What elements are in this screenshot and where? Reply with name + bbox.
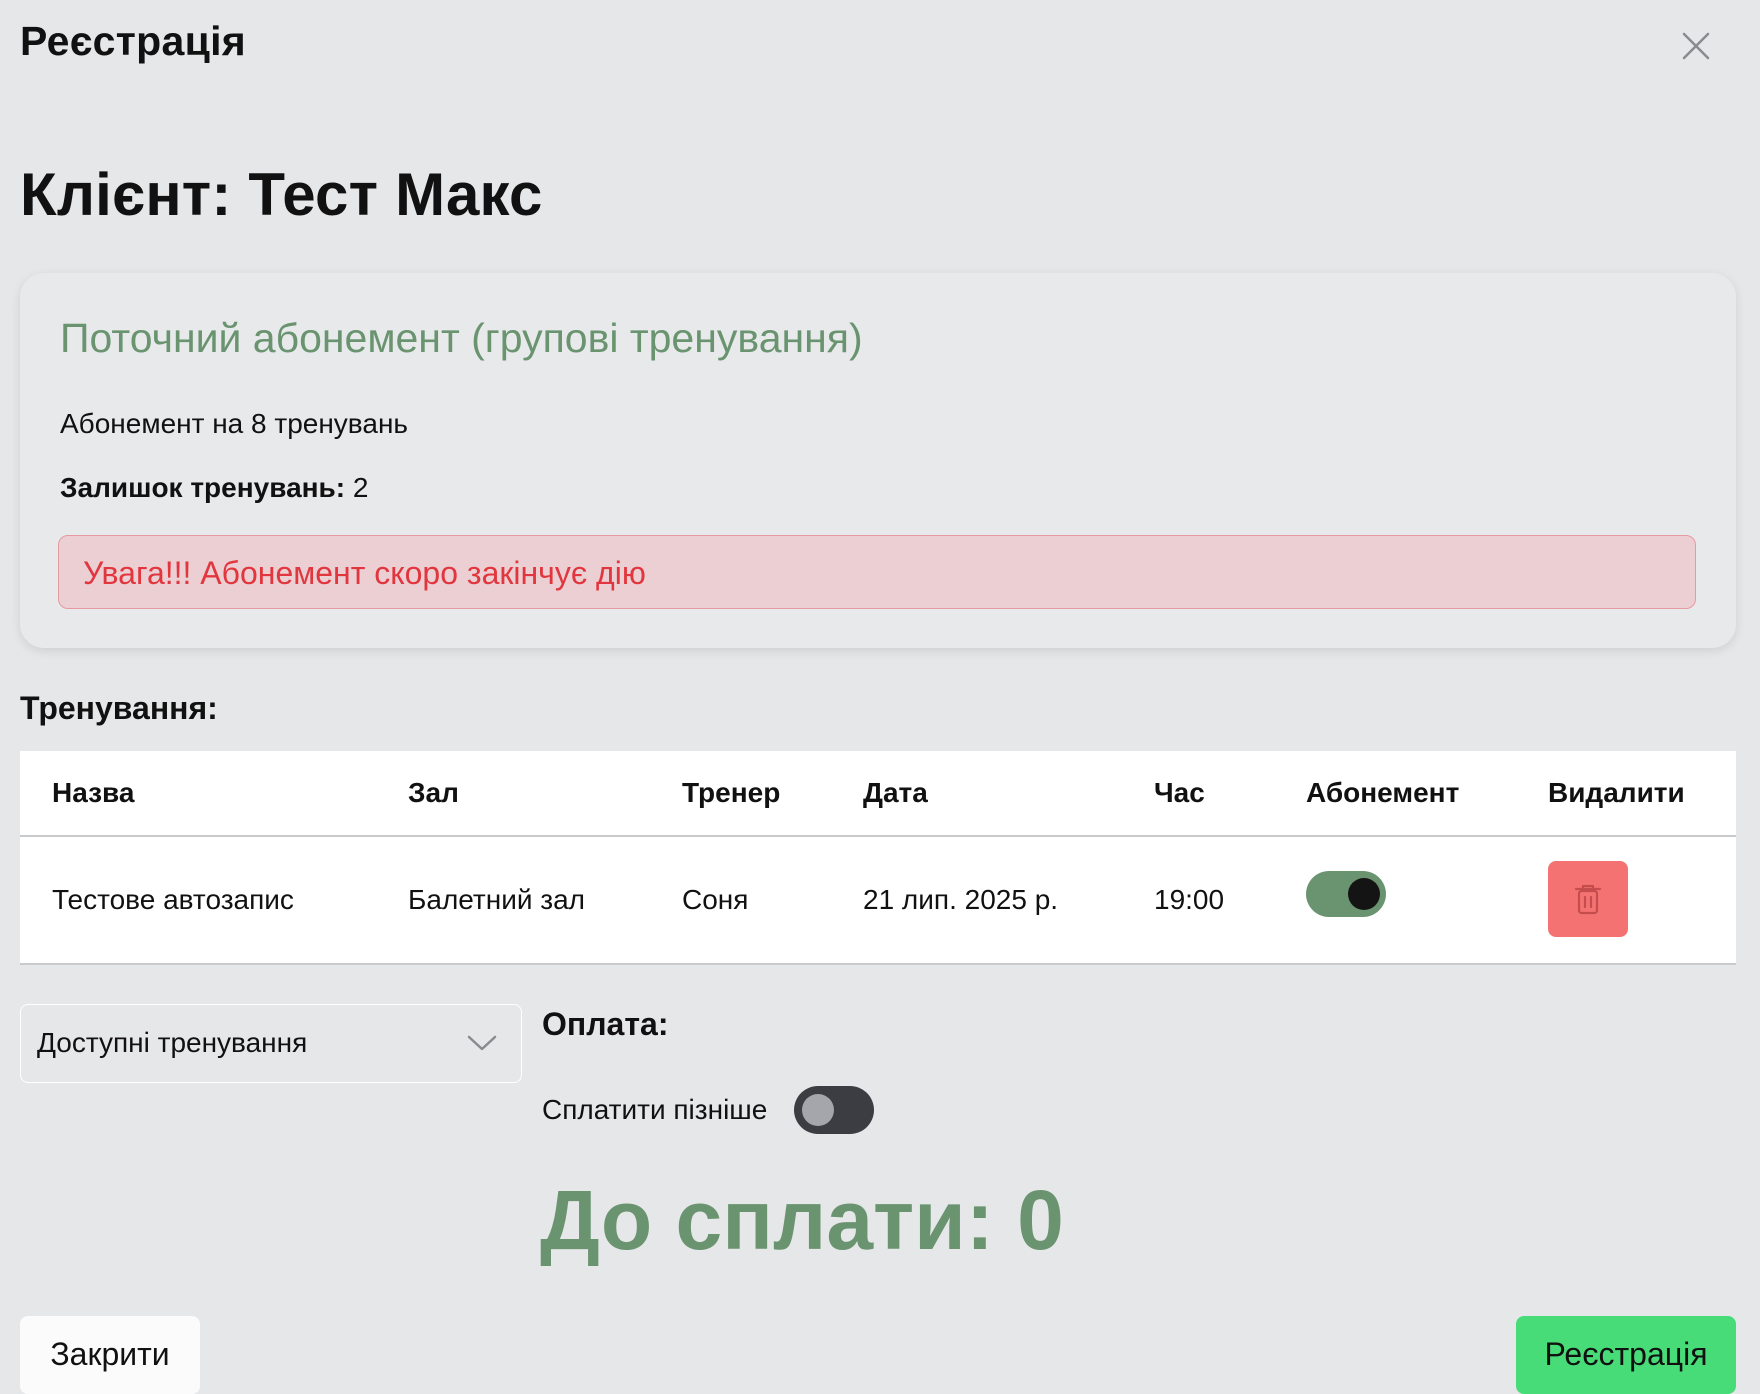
column-header-hall: Зал: [408, 777, 459, 808]
close-button[interactable]: Закрити: [20, 1316, 200, 1394]
pay-later-label: Сплатити пізніше: [542, 1094, 768, 1125]
column-header-name: Назва: [52, 777, 135, 808]
subscription-title: Поточний абонемент (групові тренування): [60, 315, 863, 361]
subscription-plan: Абонемент на 8 тренувань: [60, 408, 408, 439]
amount-due: До сплати: 0: [540, 1173, 1064, 1267]
trash-icon: [1574, 884, 1602, 915]
table-header: Назва Зал Тренер Дата Час Абонемент Вида…: [20, 751, 1736, 837]
delete-button[interactable]: [1548, 861, 1628, 937]
column-header-time: Час: [1154, 777, 1205, 808]
chevron-down-icon: [467, 1035, 497, 1051]
registration-modal: Реєстрація Клієнт: Тест Макс Поточний аб…: [0, 0, 1760, 1394]
column-header-trainer: Тренер: [682, 777, 781, 808]
remaining-value: 2: [352, 472, 369, 503]
column-header-delete: Видалити: [1548, 777, 1685, 808]
column-header-date: Дата: [863, 777, 928, 808]
subscription-toggle[interactable]: [1306, 871, 1386, 917]
payment-label: Оплата:: [542, 1006, 669, 1042]
toggle-knob: [1348, 878, 1380, 910]
toggle-knob: [802, 1094, 834, 1126]
cell-time: 19:00: [1154, 884, 1225, 915]
expiry-alert-text: Увага!!! Абонемент скоро закінчує дію: [83, 555, 646, 591]
cell-date: 21 лип. 2025 р.: [863, 884, 1059, 915]
remaining-label: Залишок тренувань:: [60, 472, 346, 503]
cell-hall: Балетний зал: [408, 884, 586, 915]
close-icon[interactable]: [1676, 26, 1716, 66]
trainings-table: Назва Зал Тренер Дата Час Абонемент Вида…: [20, 751, 1736, 965]
column-header-subscription: Абонемент: [1306, 777, 1460, 808]
select-placeholder: Доступні тренування: [37, 1027, 308, 1058]
pay-later-toggle[interactable]: [794, 1086, 874, 1134]
available-trainings-select[interactable]: Доступні тренування: [20, 1004, 522, 1083]
modal-title: Реєстрація: [20, 18, 247, 64]
cell-trainer: Соня: [682, 884, 749, 915]
close-button-label: Закрити: [50, 1336, 170, 1372]
subscription-card: Поточний абонемент (групові тренування) …: [20, 273, 1736, 648]
register-button[interactable]: Реєстрація: [1516, 1316, 1736, 1394]
expiry-alert: Увага!!! Абонемент скоро закінчує дію: [58, 535, 1696, 609]
subscription-remaining: Залишок тренувань: 2: [60, 472, 368, 504]
client-heading: Клієнт: Тест Макс: [20, 161, 543, 228]
trainings-label: Тренування:: [20, 690, 218, 726]
register-button-label: Реєстрація: [1544, 1336, 1708, 1372]
cell-name: Тестове автозапис: [52, 884, 294, 915]
